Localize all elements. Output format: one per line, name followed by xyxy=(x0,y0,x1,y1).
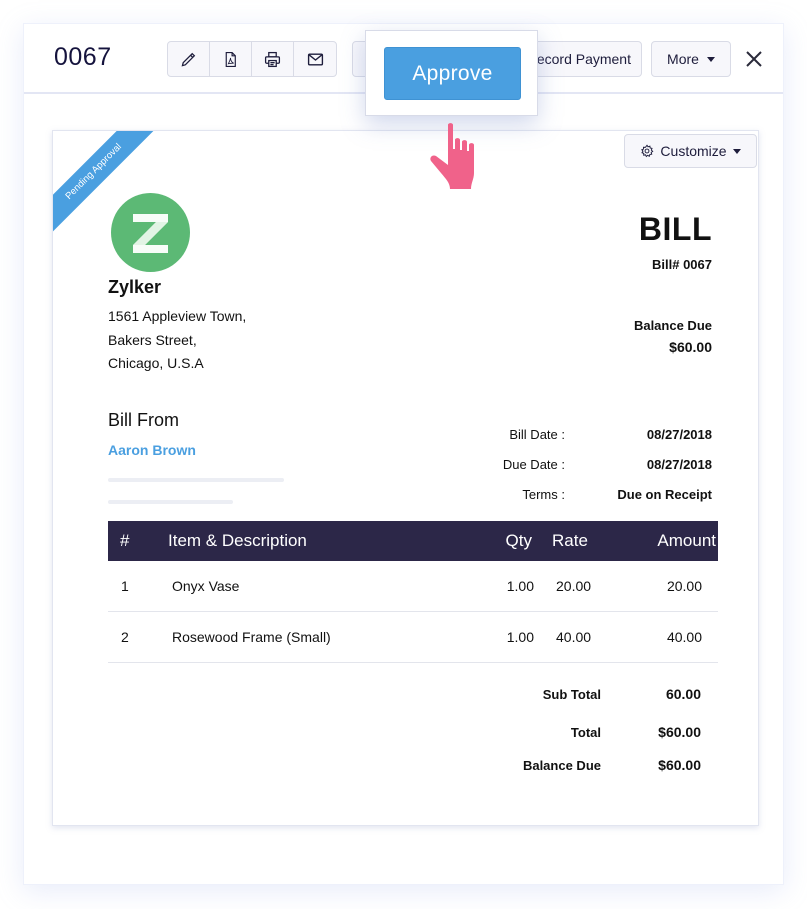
bill-title: BILL xyxy=(638,211,712,247)
column-header-rate: Rate xyxy=(552,531,588,550)
email-button[interactable] xyxy=(294,42,336,76)
more-button[interactable]: More xyxy=(651,41,731,77)
terms-value: Due on Receipt xyxy=(617,487,712,502)
customize-button[interactable]: Customize xyxy=(624,134,757,168)
bill-from-label: Bill From xyxy=(108,410,179,430)
bill-date-label: Bill Date : xyxy=(509,427,565,442)
total-label: Total xyxy=(570,725,601,740)
close-button[interactable] xyxy=(743,48,765,70)
balance-due-total-value: $60.00 xyxy=(658,757,701,773)
items-table-header: # Item & Description Qty Rate Amount xyxy=(108,521,718,561)
stage: 0067 Record Payment More Pending Approva… xyxy=(0,0,807,909)
row-description: Rosewood Frame (Small) xyxy=(172,629,331,645)
caret-down-icon xyxy=(732,148,741,154)
more-label: More xyxy=(667,51,699,67)
pdf-icon xyxy=(225,51,236,67)
document-number: 0067 xyxy=(54,43,112,71)
balance-due-label: Balance Due xyxy=(633,318,712,333)
z-logo-icon xyxy=(133,214,168,253)
subtotal-value: 60.00 xyxy=(665,686,701,702)
company-logo xyxy=(111,193,190,272)
placeholder-line xyxy=(108,500,233,504)
customize-label: Customize xyxy=(660,143,727,159)
company-address-line: Chicago, U.S.A xyxy=(108,355,204,371)
total-value: $60.00 xyxy=(658,724,701,740)
row-rate: 40.00 xyxy=(556,629,592,645)
column-header-description: Item & Description xyxy=(168,531,307,550)
column-header-number: # xyxy=(120,531,130,550)
row-description: Onyx Vase xyxy=(172,578,240,594)
bill-date-value: 08/27/2018 xyxy=(646,427,712,442)
balance-due-value: $60.00 xyxy=(669,339,712,355)
due-date-label: Due Date : xyxy=(502,457,565,472)
approve-popover: Approve xyxy=(365,30,538,116)
row-qty: 1.00 xyxy=(506,629,534,645)
edit-button[interactable] xyxy=(168,42,210,76)
bill-number: Bill# 0067 xyxy=(652,257,712,272)
pencil-icon xyxy=(181,52,196,66)
action-icon-group xyxy=(167,41,337,77)
bill-document: Pending Approval Customize Zylker 1561 A… xyxy=(52,130,759,826)
print-button[interactable] xyxy=(252,42,294,76)
company-address-line: Bakers Street, xyxy=(108,332,197,348)
pdf-button[interactable] xyxy=(210,42,252,76)
balance-due-total-label: Balance Due xyxy=(522,758,601,773)
subtotal-label: Sub Total xyxy=(542,687,601,702)
vendor-name-link[interactable]: Aaron Brown xyxy=(108,442,196,458)
row-number: 2 xyxy=(121,629,129,645)
placeholder-line xyxy=(108,478,284,482)
table-row: 2 Rosewood Frame (Small) 1.00 40.00 40.0… xyxy=(108,612,718,663)
row-rate: 20.00 xyxy=(556,578,592,594)
row-amount: 20.00 xyxy=(666,578,702,594)
row-qty: 1.00 xyxy=(506,578,534,594)
hand-pointer-cursor-icon xyxy=(430,123,474,189)
table-row: 1 Onyx Vase 1.00 20.00 20.00 xyxy=(108,561,718,612)
printer-icon xyxy=(264,51,281,67)
mail-icon xyxy=(307,52,323,66)
gear-icon xyxy=(641,144,654,158)
row-number: 1 xyxy=(121,578,129,594)
caret-down-icon xyxy=(706,56,715,62)
column-header-amount: Amount xyxy=(657,531,716,550)
due-date-value: 08/27/2018 xyxy=(646,457,712,472)
approve-button[interactable]: Approve xyxy=(384,47,521,100)
bill-detail-window: 0067 Record Payment More Pending Approva… xyxy=(23,23,784,885)
company-name: Zylker xyxy=(108,277,162,297)
items-table: # Item & Description Qty Rate Amount 1 O… xyxy=(108,521,718,663)
close-icon xyxy=(746,51,762,67)
record-payment-button[interactable]: Record Payment xyxy=(524,41,642,77)
terms-label: Terms : xyxy=(522,487,565,502)
column-header-qty: Qty xyxy=(505,531,532,550)
company-address-line: 1561 Appleview Town, xyxy=(108,308,247,324)
row-amount: 40.00 xyxy=(666,629,702,645)
